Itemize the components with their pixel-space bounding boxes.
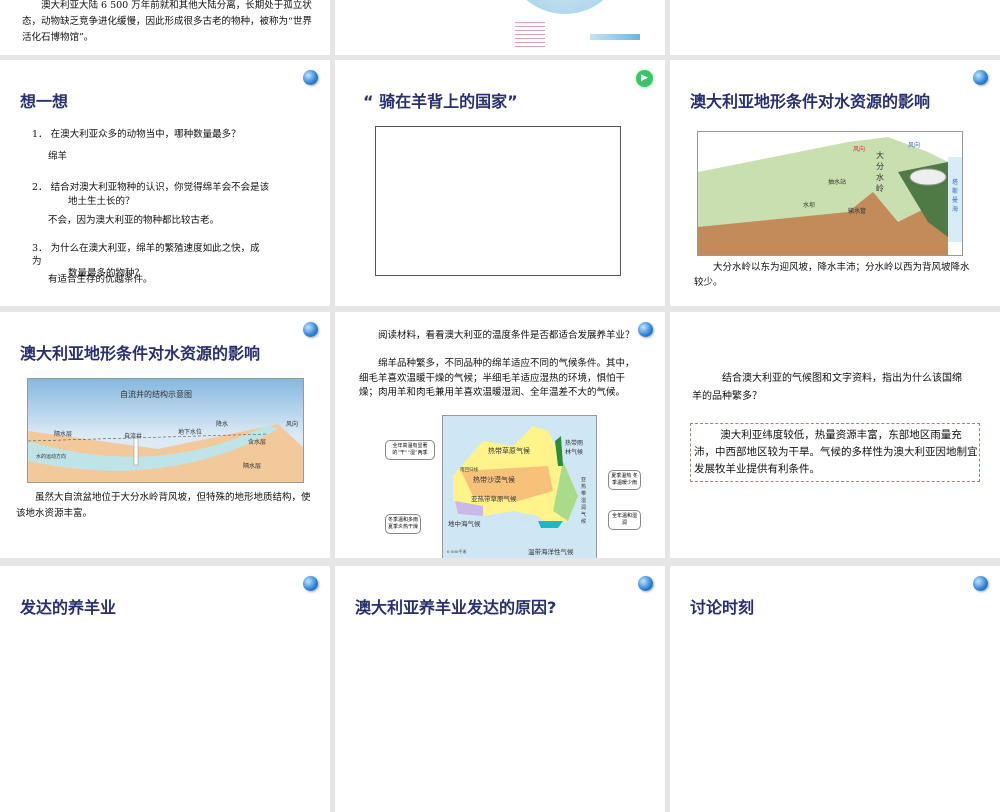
tropic-line-label: 南回归线 xyxy=(460,468,478,473)
water-table-label: 地下水位 xyxy=(178,429,203,436)
map-scale-bar xyxy=(590,34,640,40)
answer-text: 澳大利亚纬度较低，热量资源丰富，东部地区雨量充沛，中西部地区较为干旱。气候的多样… xyxy=(694,429,978,475)
globe-icon[interactable] xyxy=(638,576,653,591)
slide-sheep-industry[interactable]: 发达的养羊业 xyxy=(0,566,330,812)
pipe-label: 输水管 xyxy=(848,208,867,215)
video-icon[interactable]: ▶ xyxy=(636,70,653,87)
slide-title: 讨论时刻 xyxy=(690,598,755,617)
slide-question[interactable]: 结合澳大利亚的气候图和文字资料，指出为什么该国绵羊的品种繁多？ 澳大利亚纬度较低… xyxy=(670,312,1000,558)
mediterranean-label: 地中海气候 xyxy=(448,520,481,528)
rain-label: 降水 xyxy=(216,421,229,428)
material-text: 绵羊品种繁多，不同品种的绵羊适应不同的气候条件。其中，细毛羊喜欢温暖干燥的气候；… xyxy=(359,358,635,398)
globe-icon[interactable] xyxy=(303,576,318,591)
slide-blank[interactable] xyxy=(670,0,1000,55)
caption: 虽然大自流盆地位于大分水岭背风坡，但特殊的地形地质结构，使该地水资源丰富。 xyxy=(16,492,311,519)
slide-title: 发达的养羊业 xyxy=(20,598,117,617)
desert-label: 热带沙漠气候 xyxy=(473,476,515,484)
slide-title: 澳大利亚养羊业发达的原因? xyxy=(355,598,557,617)
slide-title: 澳大利亚地形条件对水资源的影响 xyxy=(690,92,931,111)
artesian-well-diagram: 自流井的结构示意图 降水 风向 隔水层 自流井 地下水位 含水层 隔水层 水的运… xyxy=(27,378,304,483)
wind-label: 风向 xyxy=(853,146,866,153)
slide-discussion[interactable]: 讨论时刻 xyxy=(670,566,1000,812)
map-legend xyxy=(515,19,545,47)
slide-reasons[interactable]: 澳大利亚养羊业发达的原因? xyxy=(335,566,665,812)
oceanic-label: 温带海洋性气候 xyxy=(528,548,574,556)
figure-title: 自流井的结构示意图 xyxy=(120,390,192,399)
globe-icon[interactable] xyxy=(303,70,318,85)
globe-icon[interactable] xyxy=(973,70,988,85)
answer-3: 有适合生存的优越条件。 xyxy=(48,274,153,285)
aquiclude-label-2: 隔水层 xyxy=(243,463,262,470)
pump-label: 抽水站 xyxy=(828,179,847,186)
slide-animals[interactable]: 澳大利亚大陆 6 500 万年前就和其他大陆分离，长期处于孤立状态，动物缺乏竞争… xyxy=(0,0,330,55)
slide-title: 澳大利亚地形条件对水资源的影响 xyxy=(20,344,261,363)
slide-text: 澳大利亚大陆 6 500 万年前就和其他大陆分离，长期处于孤立状态，动物缺乏竞争… xyxy=(22,0,312,43)
slide-think[interactable]: 想一想 1． 在澳大利亚众多的动物当中，哪种数量最多？ 绵羊 2． 结合对澳大利… xyxy=(0,60,330,306)
answer-box: 澳大利亚纬度较低，热量资源丰富，东部地区雨量充沛，中西部地区较为干旱。气候的多样… xyxy=(690,423,980,482)
flow-label: 水的运动方向 xyxy=(36,454,67,460)
question-3: 3． 为什么在澳大利亚，绵羊的繁殖速度如此之快，成 xyxy=(32,243,260,254)
callout: 全年高温有显著的“干”“湿”两季 xyxy=(385,440,435,460)
sea-label: 塔斯曼海 xyxy=(952,179,959,213)
slide-title: “ 骑在羊背上的国家” xyxy=(363,92,518,111)
well-label: 自流井 xyxy=(124,433,143,440)
caption: 大分水岭以东为迎风坡，降水丰沛；分水岭以西为背风坡降水较少。 xyxy=(694,262,970,288)
polar-map-image xyxy=(505,0,625,14)
scale-label: 0 500千米 xyxy=(447,549,467,554)
callout: 夏季温热 冬季温暖少雨 xyxy=(608,470,641,490)
rainforest-label: 热带雨林气候 xyxy=(565,440,584,456)
climate-map: 热带草原气候 热带雨林气候 南回归线 热带沙漠气候 亚热带草原气候 亚热带湿润气… xyxy=(442,415,597,558)
question-text: 结合澳大利亚的气候图和文字资料，指出为什么该国绵羊的品种繁多？ xyxy=(692,373,962,402)
question-2-cont: 地土生土长的？ xyxy=(68,196,135,207)
question-1: 1． 在澳大利亚众多的动物当中，哪种数量最多？ xyxy=(32,129,241,140)
slide-sheep-country[interactable]: ▶ “ 骑在羊背上的国家” xyxy=(335,60,665,306)
slide-climate[interactable]: 阅读材料，看看澳大利亚的温度条件是否都适合发展养羊业？ 绵羊品种繁多，不同品种的… xyxy=(335,312,665,558)
wind-label-2: 风向 xyxy=(908,142,921,149)
wind-label: 风向 xyxy=(286,421,299,428)
callout: 全年温和湿润 xyxy=(608,510,641,530)
globe-icon[interactable] xyxy=(303,322,318,337)
aquifer-label: 含水层 xyxy=(248,439,267,446)
globe-icon[interactable] xyxy=(973,576,988,591)
question-3-cont: 为 xyxy=(32,256,42,267)
callout: 冬季温和多雨 夏季炎热干燥 xyxy=(385,514,421,534)
slide-terrain-1[interactable]: 澳大利亚地形条件对水资源的影响 风向 风向 大分水岭 抽水站 水坝 输水管 塔斯… xyxy=(670,60,1000,306)
terrain-diagram: 风向 风向 大分水岭 抽水站 水坝 输水管 塔斯曼海 xyxy=(697,131,963,256)
dam-label: 水坝 xyxy=(803,202,816,209)
slide-map[interactable] xyxy=(335,0,665,55)
humid-label: 亚热带湿润气候 xyxy=(581,477,587,525)
range-label: 大分水岭 xyxy=(876,151,884,193)
video-placeholder[interactable] xyxy=(375,126,621,276)
aquiclude-label: 隔水层 xyxy=(54,431,73,438)
slide-title: 想一想 xyxy=(20,92,69,111)
intro-text: 阅读材料，看看澳大利亚的温度条件是否都适合发展养羊业？ xyxy=(378,330,635,341)
answer-1: 绵羊 xyxy=(48,151,68,162)
subtropic-savanna-label: 亚热带草原气候 xyxy=(471,495,517,503)
slide-terrain-2[interactable]: 澳大利亚地形条件对水资源的影响 自流井的结构示意图 降水 风向 隔水层 自流井 … xyxy=(0,312,330,558)
answer-2: 不会，因为澳大利亚的物种都比较古老。 xyxy=(48,215,220,226)
question-2: 2． 结合对澳大利亚物种的认识，你觉得绵羊会不会是该 xyxy=(32,182,270,193)
savanna-label: 热带草原气候 xyxy=(488,447,530,455)
